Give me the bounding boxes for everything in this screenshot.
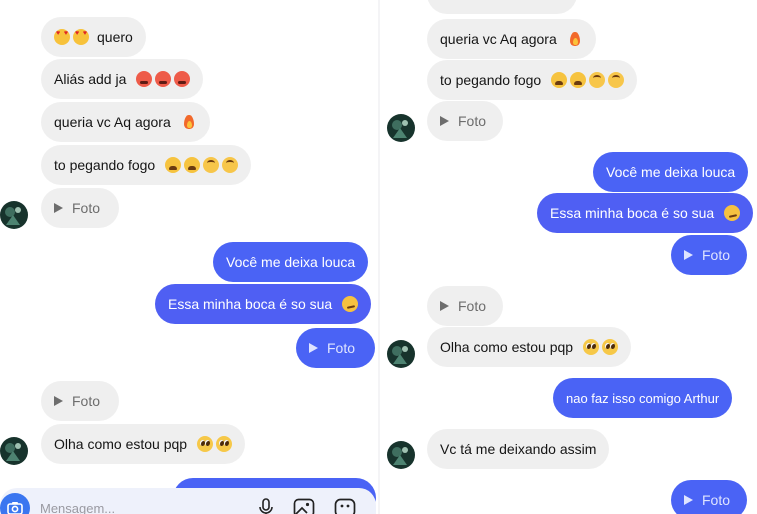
message-text: to pegando fogo	[54, 157, 156, 173]
message-text: to pegando fogo	[440, 72, 542, 88]
message-incoming[interactable]: queria vc Aq agora	[41, 102, 210, 142]
upside-down-face-emoji-icon	[203, 157, 220, 173]
message-input[interactable]: Mensagem...	[40, 501, 115, 514]
heart-eyes-emoji-icon	[73, 29, 89, 45]
play-icon	[309, 343, 318, 353]
message-outgoing[interactable]: nao faz isso comigo Arthur	[553, 378, 733, 418]
photo-label: Foto	[458, 298, 487, 314]
photo-label: Foto	[458, 113, 487, 129]
play-icon	[440, 301, 449, 311]
upside-down-face-emoji-icon	[608, 72, 625, 88]
message-incoming[interactable]: Vc tá me deixando assim	[427, 429, 610, 469]
message-text: Olha como estou pqp	[54, 436, 188, 452]
message-incoming[interactable]: queria vc Aq agora	[427, 19, 596, 59]
message-text: Você me deixa louca	[606, 164, 736, 180]
message-text: queria vc Aq agora	[54, 114, 171, 130]
photo-message-outgoing[interactable]: Foto	[671, 235, 747, 275]
sticker-icon[interactable]	[334, 498, 356, 514]
message-incoming[interactable]: Olha como estou pqp	[41, 424, 246, 464]
tired-face-emoji-icon	[184, 157, 201, 173]
message-incoming[interactable]: quero	[41, 17, 146, 57]
photo-label: Foto	[72, 393, 101, 409]
smirking-face-emoji-icon	[724, 205, 741, 221]
photo-label: Foto	[327, 340, 356, 356]
heart-eyes-emoji-icon	[54, 29, 70, 45]
play-icon	[440, 116, 449, 126]
pleading-face-emoji-icon	[197, 436, 214, 452]
photo-message-incoming[interactable]: Foto	[427, 286, 503, 326]
hot-face-emoji-icon	[155, 71, 172, 87]
contact-avatar[interactable]	[387, 114, 415, 142]
message-outgoing[interactable]: Essa minha boca é so sua	[155, 284, 372, 324]
photo-label: Foto	[702, 247, 731, 263]
photo-message-outgoing[interactable]: Foto	[296, 328, 375, 368]
message-text: quero	[97, 29, 133, 45]
message-outgoing[interactable]: Você me deixa louca	[213, 242, 369, 282]
play-icon	[684, 495, 693, 505]
play-icon	[54, 396, 63, 406]
message-incoming[interactable]: Olha como estou pqp	[427, 327, 632, 367]
photo-label: Foto	[72, 200, 101, 216]
photo-label: Foto	[702, 492, 731, 508]
message-outgoing[interactable]: Essa minha boca é so sua	[537, 193, 754, 233]
pleading-face-emoji-icon	[602, 339, 619, 355]
tired-face-emoji-icon	[165, 157, 182, 173]
camera-button[interactable]	[0, 493, 30, 514]
message-incoming[interactable]: to pegando fogo	[427, 60, 638, 100]
tired-face-emoji-icon	[570, 72, 587, 88]
message-composer: Mensagem...	[0, 488, 376, 514]
fire-emoji-icon	[181, 114, 197, 130]
photo-message-incoming[interactable]: Foto	[41, 188, 119, 228]
message-text: Vc tá me deixando assim	[440, 441, 597, 457]
contact-avatar[interactable]	[387, 441, 415, 469]
message-text: Você me deixa louca	[226, 254, 356, 270]
contact-avatar[interactable]	[387, 340, 415, 368]
message-outgoing[interactable]: Você me deixa louca	[593, 152, 749, 192]
pleading-face-emoji-icon	[583, 339, 600, 355]
contact-avatar[interactable]	[0, 437, 28, 465]
fire-emoji-icon	[567, 31, 583, 47]
photo-message-incoming[interactable]: Foto	[41, 381, 119, 421]
photo-message-outgoing[interactable]: Foto	[671, 480, 747, 514]
message-text: Aliás add ja	[54, 71, 127, 87]
message-text: Essa minha boca é so sua	[168, 296, 333, 312]
message-text: Olha como estou pqp	[440, 339, 574, 355]
hot-face-emoji-icon	[174, 71, 191, 87]
message-text: nao faz isso comigo Arthur	[566, 390, 720, 406]
smirking-face-emoji-icon	[342, 296, 359, 312]
play-icon	[54, 203, 63, 213]
contact-avatar[interactable]	[0, 201, 28, 229]
chat-panel-right: queria vc Aq agora to pegando fogo Foto …	[380, 0, 757, 514]
message-incoming-partial[interactable]	[427, 0, 577, 14]
message-incoming[interactable]: Aliás add ja	[41, 59, 204, 99]
hot-face-emoji-icon	[136, 71, 153, 87]
chat-panel-left: quero Aliás add ja queria vc Aq agora to…	[0, 0, 378, 514]
photo-message-incoming[interactable]: Foto	[427, 101, 503, 141]
tired-face-emoji-icon	[551, 72, 568, 88]
camera-icon	[7, 502, 23, 514]
message-text: queria vc Aq agora	[440, 31, 557, 47]
upside-down-face-emoji-icon	[222, 157, 239, 173]
microphone-icon[interactable]	[258, 498, 274, 514]
message-text: Essa minha boca é so sua	[550, 205, 715, 221]
gallery-icon[interactable]	[293, 498, 315, 514]
pleading-face-emoji-icon	[216, 436, 233, 452]
upside-down-face-emoji-icon	[589, 72, 606, 88]
message-incoming[interactable]: to pegando fogo	[41, 145, 252, 185]
play-icon	[684, 250, 693, 260]
